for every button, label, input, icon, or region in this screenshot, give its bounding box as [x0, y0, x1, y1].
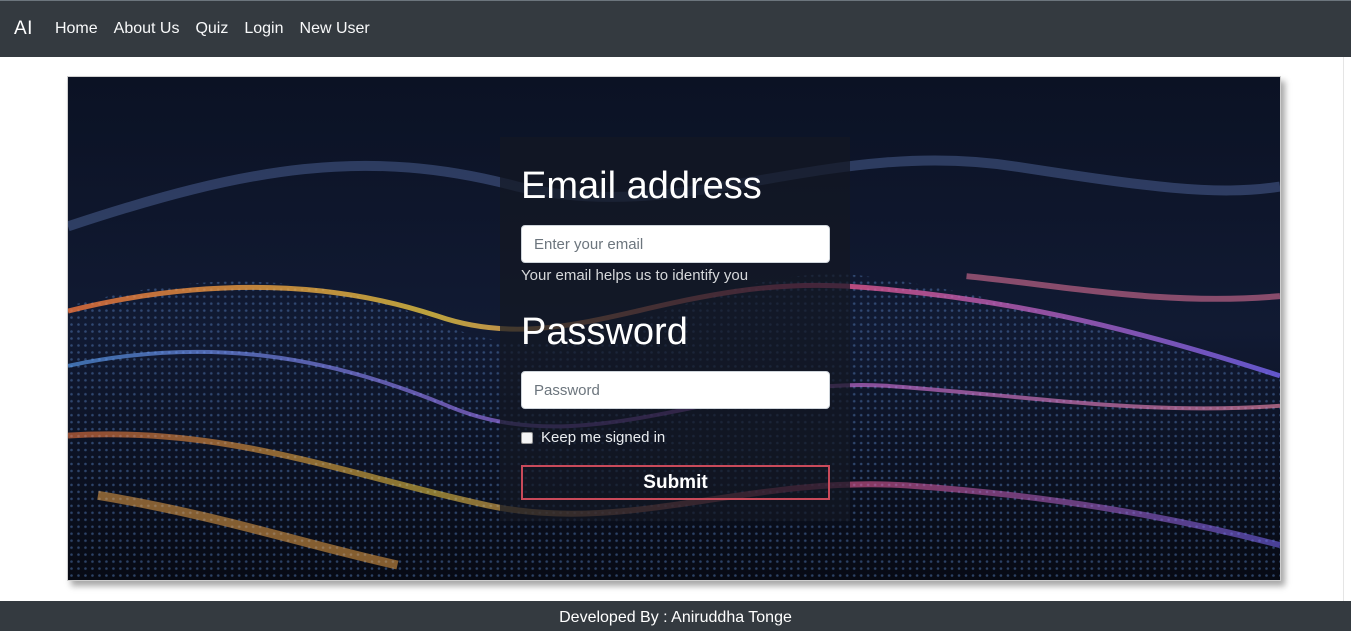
footer-credit-text: Developed By : Aniruddha Tonge [559, 609, 792, 626]
nav-link-login[interactable]: Login [244, 20, 283, 38]
top-navbar: AI Home About Us Quiz Login New User [0, 0, 1351, 57]
nav-link-new-user[interactable]: New User [300, 20, 370, 38]
nav-link-about-us[interactable]: About Us [114, 20, 180, 38]
password-input[interactable] [521, 371, 830, 409]
email-help-text: Your email helps us to identify you [521, 267, 749, 284]
nav-link-home[interactable]: Home [55, 20, 98, 38]
keep-signed-in-label[interactable]: Keep me signed in [541, 429, 665, 446]
keep-signed-in-checkbox[interactable] [521, 431, 533, 444]
nav-link-quiz[interactable]: Quiz [195, 20, 228, 38]
page-scrollbar[interactable] [1343, 57, 1351, 601]
submit-button[interactable]: Submit [521, 465, 830, 500]
page-footer: Developed By : Aniruddha Tonge [0, 601, 1351, 631]
hero-background: Email address Your email helps us to ide… [67, 76, 1281, 581]
login-form-panel: Email address Your email helps us to ide… [500, 137, 850, 521]
email-input[interactable] [521, 225, 830, 263]
keep-signed-in-row: Keep me signed in [521, 429, 665, 446]
brand-logo[interactable]: AI [14, 18, 33, 40]
password-heading: Password [521, 311, 688, 353]
email-heading: Email address [521, 165, 762, 207]
